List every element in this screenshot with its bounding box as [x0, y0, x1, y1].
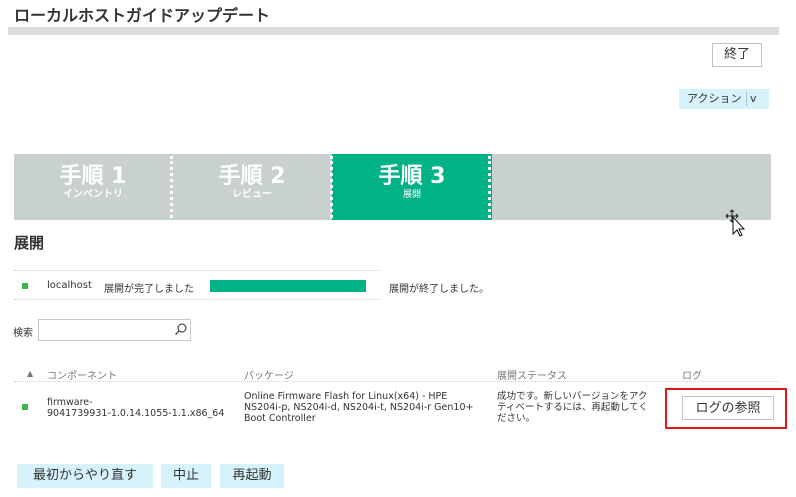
search-field[interactable] [38, 319, 191, 343]
column-header-component[interactable]: コンポーネント [47, 367, 117, 382]
reboot-button[interactable]: 再起動 [220, 464, 284, 488]
section-title: 展開 [14, 234, 45, 252]
column-header-status[interactable]: 展開ステータス [497, 367, 567, 382]
step-3[interactable]: 手順 3 展開 [332, 154, 492, 220]
start-over-button[interactable]: 最初からやり直す [17, 464, 153, 488]
action-menu-separator [746, 92, 747, 106]
deploy-state: 展開が完了しました [104, 284, 194, 295]
step-wizard: 手順 1 インベントリ 手順 2 レビュー 手順 3 展開 [14, 154, 771, 220]
step-divider [488, 156, 491, 218]
search-icon[interactable] [174, 322, 188, 336]
status-line: ださい。 [497, 413, 536, 424]
finish-button[interactable]: 終了 [712, 43, 762, 67]
step-divider [170, 156, 173, 218]
sort-asc-icon[interactable]: ▲ [27, 369, 33, 378]
table-row-status: 成功です。新しいバージョンをアク ティベートするには、再起動してく ださい。 [497, 391, 648, 424]
column-header-package[interactable]: パッケージ [244, 367, 294, 382]
page-title: ローカルホストガイドアップデート [14, 6, 271, 25]
divider [14, 299, 380, 300]
step-2[interactable]: 手順 2 レビュー [172, 154, 332, 220]
host-name: localhost [47, 280, 92, 291]
package-line: Boot Controller [244, 413, 316, 424]
divider [14, 270, 380, 271]
action-menu-label: アクション [687, 92, 742, 105]
step-2-title: 手順 2 [218, 164, 286, 189]
abort-button[interactable]: 中止 [161, 464, 211, 488]
table-row-component: firmware- 9041739931-1.0.14.1055-1.1.x86… [47, 397, 224, 419]
table-row-package: Online Firmware Flash for Linux(x64) - H… [244, 391, 473, 424]
title-divider [8, 27, 779, 35]
status-line: 成功です。新しいバージョンをアク [497, 391, 648, 402]
status-line: ティベートするには、再起動してく [497, 402, 648, 413]
step-1[interactable]: 手順 1 インベントリ [14, 154, 172, 220]
deploy-result: 展開が終了しました。 [389, 284, 489, 295]
view-log-button[interactable]: ログの参照 [682, 396, 774, 420]
step-divider [330, 156, 333, 218]
step-3-subtitle: 展開 [402, 190, 421, 200]
package-line: NS204i-p, NS204i-d, NS204i-t, NS204i-r G… [244, 402, 474, 413]
deploy-progress-bar [210, 280, 366, 292]
step-1-title: 手順 1 [59, 164, 127, 189]
status-ok-icon [22, 404, 28, 410]
search-input[interactable] [41, 322, 175, 343]
component-line: 9041739931-1.0.14.1055-1.1.x86_64 [47, 408, 225, 419]
step-2-subtitle: レビュー [232, 189, 272, 200]
component-line: firmware- [47, 397, 93, 408]
chevron-down-icon: v [750, 92, 757, 105]
move-cursor-icon [725, 209, 746, 237]
action-menu-button[interactable]: アクション v [679, 89, 769, 109]
column-header-log: ログ [682, 371, 702, 382]
package-line: Online Firmware Flash for Linux(x64) - H… [244, 391, 448, 402]
search-label: 検索 [13, 328, 33, 339]
step-1-subtitle: インベントリ [63, 189, 123, 200]
table-header-divider [14, 381, 780, 382]
status-ok-icon [22, 283, 28, 289]
step-3-title: 手順 3 [378, 164, 446, 189]
